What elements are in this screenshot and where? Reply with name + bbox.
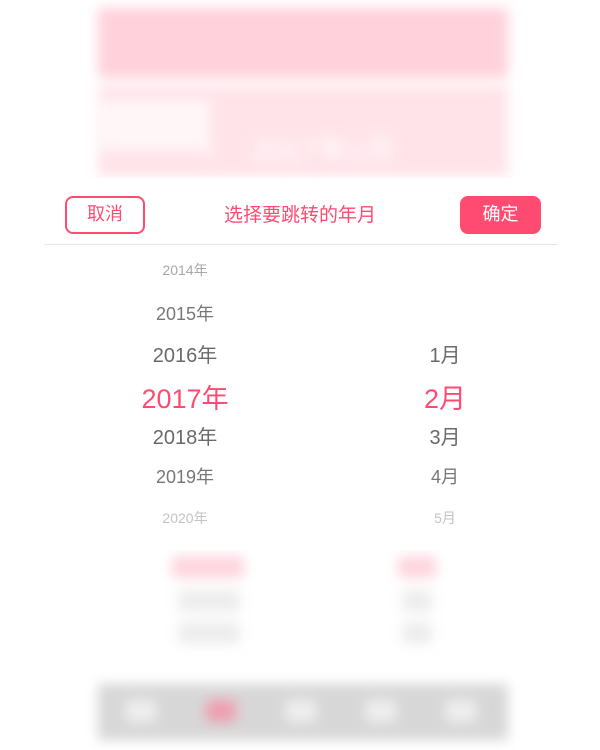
year-option[interactable]: 2015年 (80, 300, 290, 326)
chevron-left-icon: ‹ (205, 135, 216, 168)
confirm-button[interactable]: 确定 (460, 196, 541, 234)
background-row (172, 556, 244, 578)
picker-toolbar: 取消 选择要跳转的年月 确定 (44, 178, 558, 245)
year-option[interactable]: 2020年 (80, 508, 290, 528)
background-header (98, 8, 508, 78)
year-wheel[interactable]: 2014年 2015年 2016年 2017年 2018年 2019年 2020… (80, 244, 290, 550)
month-option[interactable]: 5月 (340, 508, 550, 528)
tab-icon (366, 700, 396, 722)
year-option[interactable]: 2014年 (80, 260, 290, 280)
year-option-selected[interactable]: 2017年 (80, 377, 290, 416)
background-row (402, 590, 432, 612)
month-wheel[interactable]: 1月 2月 3月 4月 5月 (340, 244, 550, 550)
month-option-selected[interactable]: 2月 (340, 377, 550, 416)
year-option[interactable]: 2018年 (80, 421, 290, 450)
tab-icon (446, 700, 476, 722)
background-row (178, 622, 240, 644)
tab-icon (206, 700, 236, 722)
tab-icon (126, 700, 156, 722)
year-option[interactable]: 2016年 (80, 339, 290, 368)
tab-icon (286, 700, 316, 722)
year-month-picker: 取消 选择要跳转的年月 确定 2014年 2015年 2016年 2017年 2… (0, 178, 600, 550)
cancel-button[interactable]: 取消 (65, 196, 145, 234)
background-month-label: 2017年1月 (251, 135, 395, 168)
background-row (398, 556, 436, 578)
background-row (178, 590, 240, 612)
month-option[interactable]: 3月 (340, 421, 550, 450)
background-row (402, 622, 432, 644)
month-option[interactable]: 1月 (340, 339, 550, 368)
background-month-nav: ‹2017年1月› (180, 126, 420, 203)
picker-title: 选择要跳转的年月 (223, 204, 376, 226)
month-option[interactable]: 4月 (340, 463, 550, 489)
year-option[interactable]: 2019年 (80, 463, 290, 489)
